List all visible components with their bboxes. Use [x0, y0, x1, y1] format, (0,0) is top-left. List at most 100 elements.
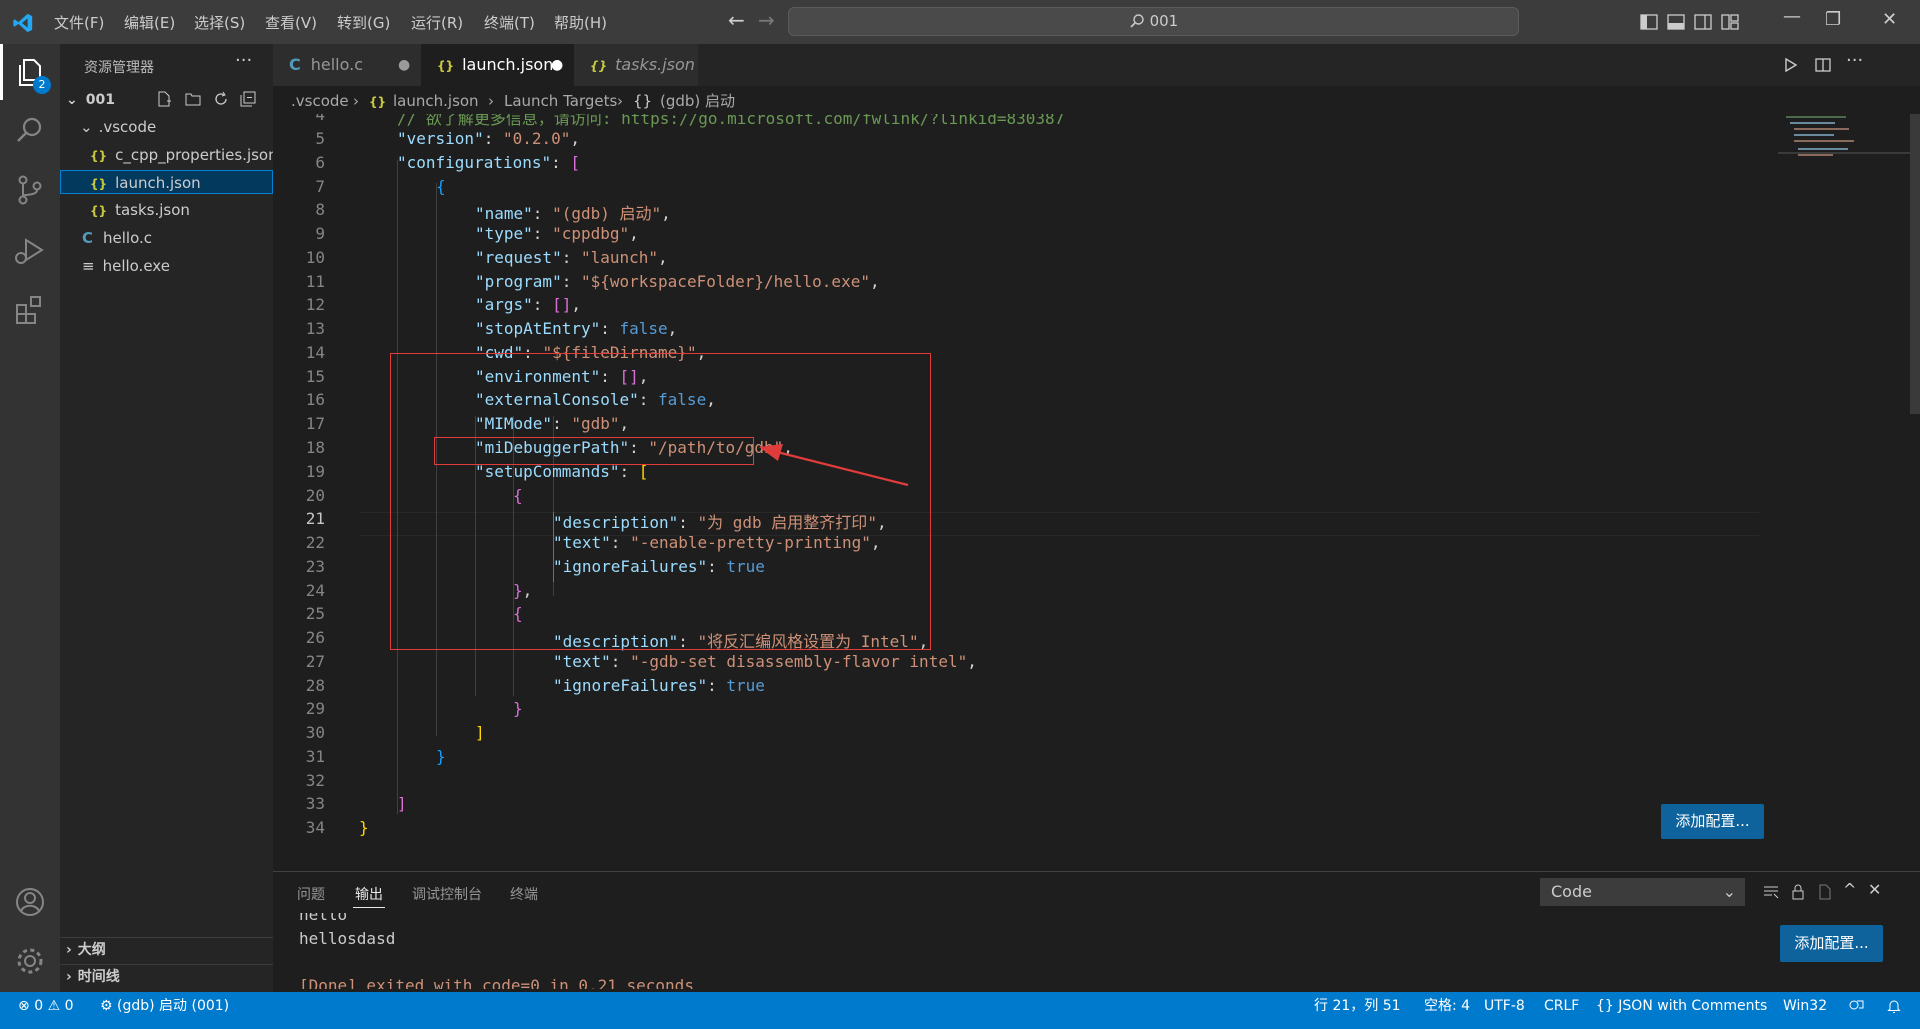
- run-play-icon[interactable]: [1783, 57, 1799, 73]
- file-launch-json-selected[interactable]: {} launch.json: [60, 170, 273, 194]
- filter-list-icon[interactable]: [1763, 884, 1779, 900]
- code-line-5: "version": "0.2.0",: [397, 129, 581, 148]
- timeline-section[interactable]: › 时间线: [66, 965, 120, 989]
- breadcrumb-item[interactable]: (gdb) 启动: [660, 86, 735, 116]
- split-editor-icon[interactable]: [1815, 57, 1831, 73]
- menu-help[interactable]: 帮助(H): [554, 12, 607, 33]
- end-of-line[interactable]: CRLF: [1544, 992, 1579, 1020]
- tab-debug-console[interactable]: 调试控制台: [412, 884, 482, 904]
- json-file-icon: {}: [590, 59, 608, 73]
- toggle-secondary-sidebar-icon[interactable]: [1694, 13, 1712, 31]
- chevron-right-icon: ›: [66, 942, 72, 958]
- error-icon: ⊗: [18, 998, 30, 1014]
- menu-view[interactable]: 查看(V): [265, 12, 317, 33]
- encoding[interactable]: UTF-8: [1484, 992, 1525, 1020]
- editor-scrollbar[interactable]: [1910, 114, 1920, 414]
- menu-edit[interactable]: 编辑(E): [124, 12, 175, 33]
- output-line: hello: [299, 913, 348, 924]
- json-file-icon: {}: [437, 59, 455, 73]
- source-control-icon[interactable]: [12, 172, 48, 208]
- forward-arrow-icon[interactable]: →: [758, 8, 775, 32]
- restore-icon[interactable]: ❐: [1825, 9, 1841, 30]
- code-line-31: }: [436, 747, 446, 766]
- braces-icon: {}: [1596, 998, 1614, 1014]
- debug-status[interactable]: ⚙ (gdb) 启动 (001): [100, 992, 229, 1020]
- toggle-panel-icon[interactable]: [1667, 13, 1685, 31]
- file-tasks-json[interactable]: {} tasks.json: [90, 198, 190, 222]
- tab-launch-json[interactable]: {} launch.json ●: [421, 44, 574, 86]
- debug-icon: ⚙: [100, 998, 113, 1014]
- indentation[interactable]: 空格: 4: [1424, 992, 1470, 1020]
- code-editor[interactable]: 4 5 6 7 8 9 10 11 12 13 14 15 16 17 18 1…: [273, 114, 1920, 871]
- annotation-arrow-icon: [759, 444, 909, 487]
- lock-icon[interactable]: [1790, 884, 1806, 900]
- cursor-position[interactable]: 行 21，列 51: [1314, 992, 1401, 1020]
- annotation-box-large: [390, 353, 931, 650]
- code-line-12: "args": [],: [475, 295, 581, 314]
- close-panel-icon[interactable]: ✕: [1868, 880, 1881, 899]
- breadcrumb-item[interactable]: Launch Targets: [504, 86, 617, 116]
- customize-layout-icon[interactable]: [1721, 13, 1739, 31]
- minimap[interactable]: [1778, 114, 1920, 871]
- refresh-icon[interactable]: [213, 91, 229, 107]
- add-configuration-button[interactable]: 添加配置...: [1780, 925, 1883, 962]
- language-mode[interactable]: {} JSON with Comments: [1596, 992, 1767, 1020]
- unsaved-dot-icon[interactable]: ●: [398, 44, 410, 86]
- menu-terminal[interactable]: 终端(T): [484, 12, 535, 33]
- extensions-icon[interactable]: [12, 292, 48, 328]
- chevron-up-icon[interactable]: ^: [1843, 880, 1856, 899]
- code-line-7: {: [436, 177, 446, 196]
- search-text: 001: [1149, 12, 1179, 30]
- toggle-sidebar-icon[interactable]: [1640, 13, 1658, 31]
- file-label: hello.c: [103, 229, 153, 247]
- search-view-icon[interactable]: [12, 112, 48, 148]
- minimap-line: [1794, 128, 1849, 130]
- menu-file[interactable]: 文件(F): [54, 12, 104, 33]
- new-folder-icon[interactable]: [185, 91, 201, 107]
- run-debug-icon[interactable]: [12, 232, 48, 268]
- warning-icon: ⚠: [47, 998, 61, 1014]
- folder-root[interactable]: ⌄ 001: [66, 88, 115, 112]
- tab-problems[interactable]: 问题: [297, 884, 325, 904]
- tab-hello-c[interactable]: Chello.c ●: [273, 44, 421, 86]
- timeline-label: 时间线: [77, 969, 120, 985]
- command-center-search[interactable]: 001: [788, 7, 1519, 36]
- close-window-icon[interactable]: ✕: [1882, 9, 1897, 30]
- platform[interactable]: Win32: [1783, 992, 1827, 1020]
- more-actions-icon[interactable]: ···: [235, 50, 252, 71]
- feedback-icon[interactable]: [1848, 998, 1864, 1014]
- add-configuration-button[interactable]: 添加配置...: [1661, 804, 1764, 839]
- file-c-cpp-properties[interactable]: {} c_cpp_properties.json: [90, 143, 278, 167]
- menu-go[interactable]: 转到(G): [337, 12, 390, 33]
- more-actions-icon[interactable]: ···: [1846, 50, 1863, 71]
- tab-label: hello.c: [310, 55, 364, 74]
- tab-terminal[interactable]: 终端: [510, 884, 538, 904]
- outline-section[interactable]: › 大纲: [66, 938, 106, 962]
- manage-gear-icon[interactable]: [12, 943, 48, 979]
- version-value: 0.2.0: [512, 129, 561, 148]
- menu-selection[interactable]: 选择(S): [194, 12, 245, 33]
- folder-vscode[interactable]: ⌄ .vscode: [80, 115, 156, 139]
- breadcrumb-item[interactable]: launch.json: [393, 86, 479, 116]
- notifications-bell-icon[interactable]: [1886, 998, 1902, 1014]
- back-arrow-icon[interactable]: ←: [728, 8, 745, 32]
- code-line-6: "configurations": [: [397, 153, 581, 172]
- new-file-icon[interactable]: [156, 91, 172, 107]
- file-hello-exe[interactable]: ≡ hello.exe: [82, 254, 170, 278]
- breadcrumb-item[interactable]: .vscode: [291, 86, 349, 116]
- tab-output[interactable]: 输出: [355, 884, 383, 904]
- problems-status[interactable]: ⊗ 0 ⚠ 0: [18, 992, 74, 1020]
- menu-run[interactable]: 运行(R): [411, 12, 463, 33]
- file-hello-c[interactable]: Chello.c: [82, 226, 152, 250]
- line-number: 4: [315, 114, 325, 124]
- line-number: 9: [315, 224, 325, 243]
- unsaved-dot-icon[interactable]: ●: [551, 44, 563, 86]
- collapse-all-icon[interactable]: [240, 91, 256, 107]
- accounts-icon[interactable]: [12, 884, 48, 920]
- output-channel-select[interactable]: Code ⌄: [1540, 878, 1745, 906]
- open-file-icon[interactable]: [1817, 884, 1833, 900]
- code-line-27: "text": "-gdb-set disassembly-flavor int…: [553, 652, 977, 671]
- minimize-icon[interactable]: —: [1783, 6, 1801, 27]
- tab-tasks-json[interactable]: {} tasks.json: [574, 44, 698, 86]
- minimap-viewport: [1778, 152, 1920, 154]
